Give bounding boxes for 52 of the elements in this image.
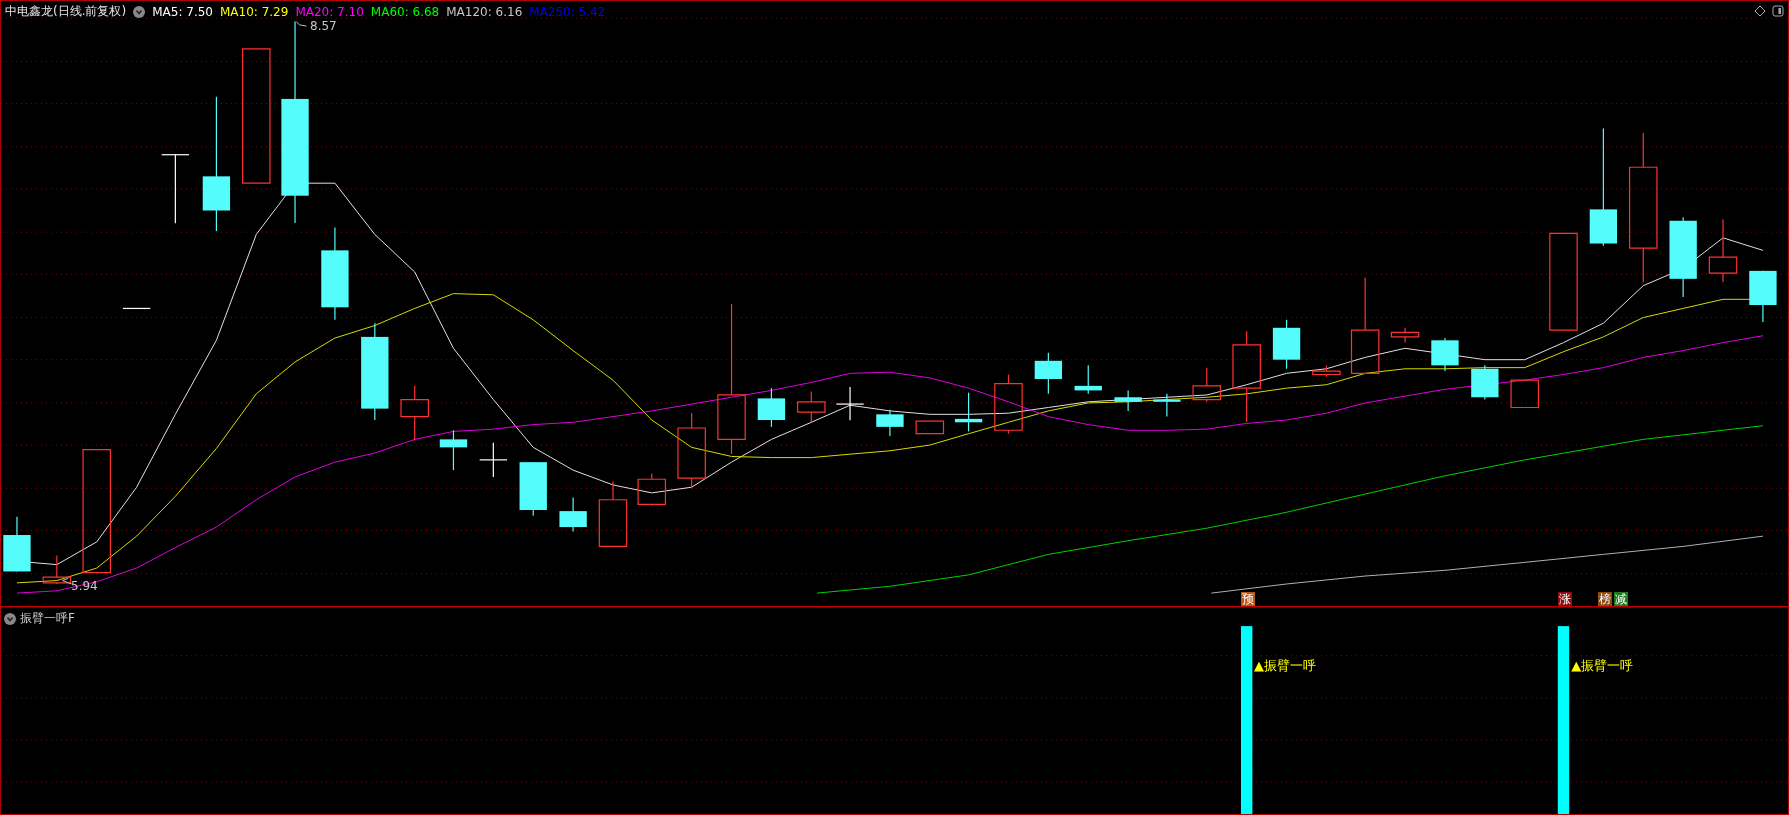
candlestick: [954, 392, 983, 432]
leader-line: [295, 21, 307, 27]
candlestick: [1471, 364, 1499, 401]
chart-title: 中电鑫龙(日线.前复权): [5, 3, 127, 20]
candlestick: [876, 409, 904, 437]
signal-label: ▲振臂一呼: [1571, 657, 1634, 675]
candlestick: [994, 373, 1023, 435]
candlestick: [559, 496, 587, 533]
candlestick: [598, 480, 628, 547]
ma-legend-value: MA60: 6.68: [370, 4, 440, 19]
candlestick: [1708, 219, 1738, 283]
candlestick: [757, 387, 786, 428]
candlestick: [161, 154, 190, 224]
candlestick: [1312, 364, 1341, 378]
candlestick: [1153, 393, 1181, 418]
candlestick: [637, 472, 667, 507]
candlestick: [519, 461, 547, 517]
candlestick: [915, 420, 945, 435]
candlestick: [1272, 319, 1301, 370]
leader-line: [62, 577, 73, 585]
collapse-icon[interactable]: [133, 5, 146, 18]
candlestick: [400, 385, 429, 442]
ma-legend-value: MA5: 7.50: [152, 4, 213, 19]
candlestick: [479, 442, 508, 478]
signal-marker: 涨: [1558, 592, 1572, 606]
high-price-label: 8.57: [310, 19, 337, 33]
candlestick: [1074, 364, 1102, 395]
indicator-name: 振臂一呼F: [20, 610, 75, 627]
signal-marker: 减: [1614, 592, 1628, 606]
signal-marker: 预: [1241, 592, 1255, 606]
ma-legend-value: MA10: 7.29: [219, 4, 289, 19]
candlestick: [797, 390, 826, 423]
candlestick: [1431, 337, 1459, 372]
candlestick: [3, 516, 31, 573]
signal-marker: 榜: [1598, 592, 1612, 606]
signal-label: ▲振臂一呼: [1254, 657, 1317, 675]
candlestick: [1034, 352, 1063, 395]
candlestick: [42, 554, 72, 585]
candlestick: [835, 386, 865, 421]
candlestick: [1510, 379, 1539, 409]
diamond-icon[interactable]: [1754, 5, 1766, 17]
ma-legend-value: MA250: 5.42: [529, 4, 606, 19]
panel-toggle-icon[interactable]: [1772, 5, 1784, 17]
candlestick: [1114, 389, 1142, 412]
ma-legend-value: MA20: 7.10: [295, 4, 364, 19]
candlestick: [1749, 270, 1777, 323]
ma-legend-value: MA120: 6.16: [446, 4, 523, 19]
candlestick: [122, 307, 151, 310]
candlestick: [1192, 367, 1222, 403]
candlestick: [1390, 327, 1420, 344]
candlestick: [439, 429, 468, 471]
collapse-icon[interactable]: [4, 612, 16, 625]
